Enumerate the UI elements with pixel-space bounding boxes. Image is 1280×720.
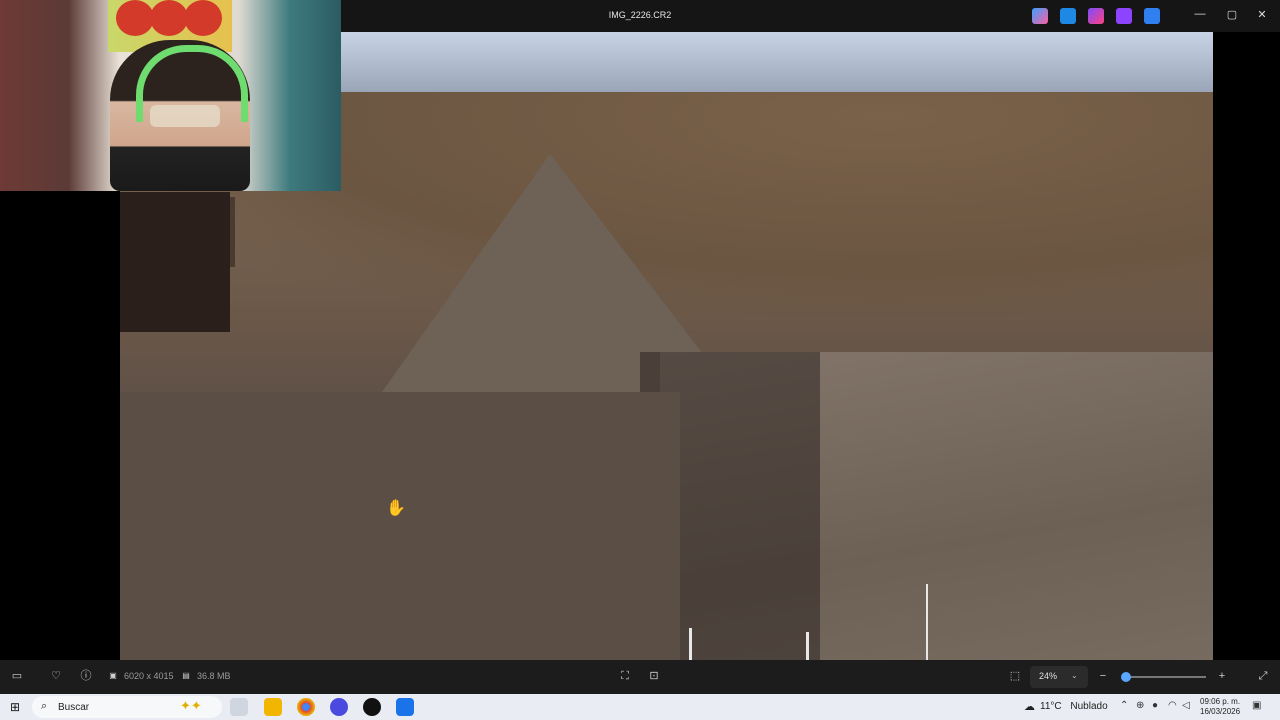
taskbar-search[interactable]: ⌕ Buscar ✦✦ [32, 696, 222, 718]
file-size-icon: ▤ [182, 671, 190, 680]
weather-widget[interactable]: 11°C Nublado [1040, 701, 1108, 712]
photo-sky [340, 32, 1213, 92]
clock-time: 09:06 p. m. [1200, 697, 1241, 706]
info-icon[interactable]: ⓘ [80, 670, 92, 682]
search-highlight-icon: ✦✦ [180, 698, 202, 713]
photo-stake [806, 632, 809, 660]
poster-apple [184, 0, 222, 36]
weather-condition: Nublado [1070, 701, 1108, 712]
photo-hut [120, 192, 230, 332]
minimize-button[interactable]: — [1190, 8, 1210, 20]
windows-taskbar: ⊞ ⌕ Buscar ✦✦ ☁ 11°C Nublado ⌃ ⊕ ● ◠ ◁ 0… [0, 694, 1280, 720]
search-label: Buscar [58, 702, 90, 713]
zoom-slider-knob[interactable] [1121, 672, 1132, 682]
dimensions-icon: ▣ [109, 671, 117, 680]
fullscreen-icon[interactable]: ⤢ [1257, 670, 1269, 682]
clock-date: 16/03/2026 [1200, 707, 1241, 716]
tray-network-icon[interactable]: ⊕ [1136, 700, 1144, 711]
photo-stake [689, 628, 692, 660]
maximize-button[interactable]: ▢ [1222, 8, 1242, 21]
tray-chevron-up-icon[interactable]: ⌃ [1120, 700, 1128, 711]
discord-icon[interactable] [330, 698, 348, 716]
copilot-icon[interactable] [1032, 8, 1048, 24]
filmstrip-icon[interactable]: ▭ [11, 670, 23, 682]
photo-wall-front [120, 392, 680, 660]
zoom-slider[interactable] [1121, 672, 1206, 682]
crop-icon[interactable]: ⛶ [619, 670, 631, 682]
clipchamp-icon[interactable] [1116, 8, 1132, 24]
tray-volume-icon[interactable]: ◁ [1182, 700, 1190, 711]
poster-apple [150, 0, 188, 36]
clock[interactable]: 09:06 p. m. 16/03/2026 [1200, 697, 1240, 717]
obs-icon[interactable] [363, 698, 381, 716]
start-windows-icon[interactable]: ⊞ [10, 700, 20, 714]
weather-temperature: 11°C [1040, 701, 1062, 712]
photos-app-icon[interactable] [396, 698, 414, 716]
search-icon: ⌕ [41, 700, 48, 712]
glasses [150, 105, 220, 127]
onedrive-icon[interactable] [1144, 8, 1160, 24]
zoom-out-icon[interactable]: − [1097, 670, 1109, 682]
file-size: 36.8 MB [197, 671, 231, 681]
poster-apple [116, 0, 154, 36]
chrome-icon[interactable] [297, 698, 315, 716]
task-view-icon[interactable] [230, 698, 248, 716]
photo-stake [926, 584, 928, 660]
tray-microphone-icon[interactable]: ● [1152, 700, 1158, 711]
designer-icon[interactable] [1088, 8, 1104, 24]
editor-icon[interactable] [1060, 8, 1076, 24]
zoom-value: 24% [1039, 671, 1058, 681]
favorite-heart-icon[interactable]: ♡ [50, 670, 62, 682]
chevron-down-icon: ⌄ [1071, 671, 1078, 680]
info-toolbar: ▭ ♡ ⓘ ▣ 6020 x 4015 ▤ 36.8 MB ⛶ ⊡ ⬚ 24% … [0, 660, 1280, 694]
fit-to-window-icon[interactable]: ⬚ [1009, 670, 1021, 682]
zoom-dropdown[interactable]: 24% ⌄ [1030, 666, 1088, 688]
zoom-in-icon[interactable]: + [1216, 670, 1228, 682]
close-button[interactable]: ✕ [1252, 8, 1272, 21]
tray-wifi-icon[interactable]: ◠ [1168, 700, 1177, 711]
top-app-icons [1032, 8, 1160, 24]
visual-search-icon[interactable]: ⊡ [648, 670, 660, 682]
webcam-overlay [0, 0, 341, 191]
hand-cursor-icon: ✋ [386, 500, 406, 517]
notifications-icon[interactable]: ▣ [1252, 700, 1261, 711]
image-dimensions: 6020 x 4015 [124, 671, 174, 681]
weather-icon: ☁ [1024, 701, 1035, 713]
file-explorer-icon[interactable] [264, 698, 282, 716]
